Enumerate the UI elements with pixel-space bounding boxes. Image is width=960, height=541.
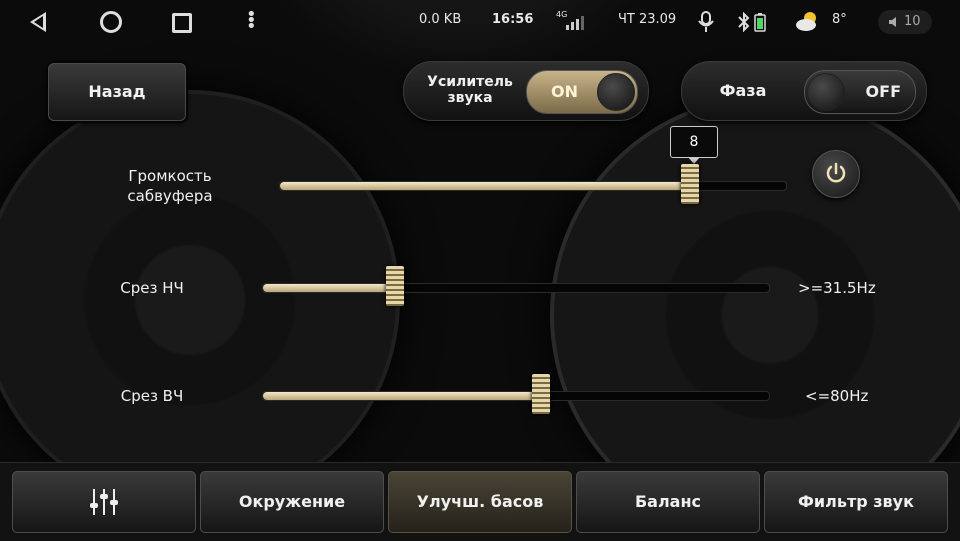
status-bar: • • • 0.0 KB 16:56 4G ЧТ 23.09 8° 10 [0,0,960,44]
power-icon [826,162,846,183]
volume-indicator[interactable]: 10 [878,10,932,34]
phase-label: Фаза [719,81,767,100]
slider-thumb[interactable] [385,266,404,306]
tab-balance[interactable]: Баланс [576,471,760,533]
slider-value-tooltip: 8 [670,126,718,164]
subwoofer-volume-slider[interactable] [279,164,787,204]
switch-knob [807,73,845,111]
mic-icon [698,11,714,32]
home-nav-icon[interactable] [100,11,122,33]
amplifier-switch[interactable]: ON [526,70,638,114]
high-cut-slider[interactable] [262,374,770,414]
bluetooth-icon [738,12,750,32]
data-rate: 0.0 KB [419,12,462,27]
switch-knob [597,73,635,111]
slider-fill [263,284,395,292]
clock: 16:56 [492,12,534,27]
amplifier-state: ON [551,82,578,101]
weather-icon [796,12,816,31]
power-button[interactable] [812,150,860,198]
bottom-tab-bar: Окружение Улучш. басов Баланс Фильтр зву… [0,462,960,541]
back-nav-icon[interactable] [30,12,46,32]
slider-thumb[interactable] [680,164,699,204]
slider-fill [263,392,542,400]
low-cut-slider[interactable] [262,266,770,306]
background-speaker-left [0,90,400,510]
battery-icon [754,13,766,32]
menu-dots-icon[interactable]: • • • [246,6,257,36]
amplifier-toggle-group: Усилитель звука ON [403,61,649,121]
temperature: 8° [832,12,847,27]
low-cut-label: Срез НЧ [120,279,184,297]
subwoofer-volume-label: Громкость сабвуфера [127,167,213,205]
phase-switch[interactable]: OFF [804,70,916,114]
tab-surround[interactable]: Окружение [200,471,384,533]
volume-icon [889,17,896,27]
tab-sound-filter[interactable]: Фильтр звук [764,471,948,533]
recents-nav-icon[interactable] [172,13,192,33]
high-cut-value: <=80Hz [805,387,869,405]
tab-equalizer[interactable] [12,471,196,533]
tab-bass-boost[interactable]: Улучш. басов [388,471,572,533]
low-cut-value: >=31.5Hz [798,279,876,297]
phase-toggle-group: Фаза OFF [681,61,927,121]
date: ЧТ 23.09 [618,12,677,27]
equalizer-icon [90,489,118,515]
volume-value: 10 [904,14,921,29]
phase-state: OFF [865,82,901,101]
back-button[interactable]: Назад [48,63,186,121]
slider-fill [280,182,690,190]
high-cut-label: Срез ВЧ [120,387,184,405]
slider-thumb[interactable] [532,374,551,414]
amplifier-label: Усилитель звука [427,74,513,106]
signal-icon [566,16,584,30]
